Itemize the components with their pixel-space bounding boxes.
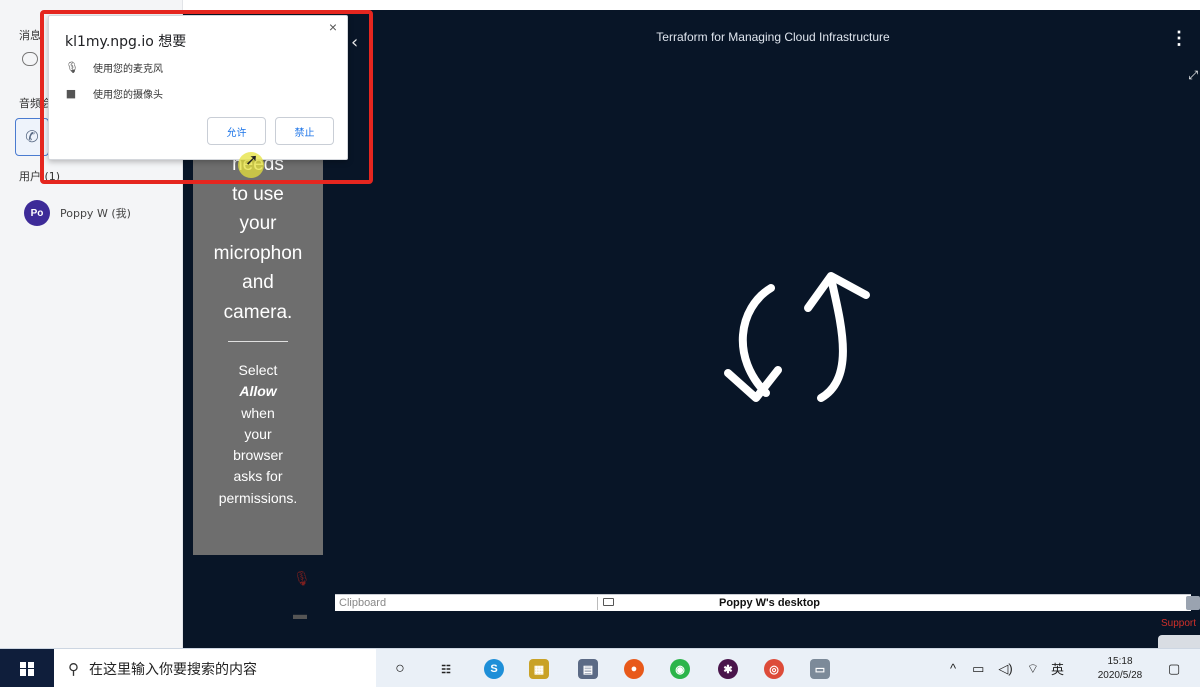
refresh-icon bbox=[724, 272, 870, 402]
allow-emphasis: Allow bbox=[239, 383, 277, 400]
clipboard-input[interactable]: Clipboard bbox=[339, 597, 386, 609]
app-icon[interactable]: ▦ bbox=[529, 659, 549, 679]
phone-icon: ✆ bbox=[25, 129, 39, 146]
keyboard-icon[interactable] bbox=[603, 598, 614, 606]
start-button[interactable] bbox=[0, 649, 54, 687]
firefox-icon[interactable]: ● bbox=[624, 659, 644, 679]
cortana-icon[interactable]: ○ bbox=[390, 659, 410, 679]
divider bbox=[228, 341, 288, 342]
fullscreen-icon[interactable]: ⤢ bbox=[1188, 68, 1198, 83]
taskbar-search[interactable]: ⚲ 在这里输入你要搜索的内容 bbox=[54, 649, 376, 687]
instruction-line: your bbox=[244, 425, 272, 442]
instruction-line: asks for bbox=[233, 468, 283, 485]
permission-line: camera. bbox=[223, 301, 293, 323]
camera-off-icon[interactable]: ▬ bbox=[293, 606, 307, 622]
bottom-toolbar: Clipboard Poppy W's desktop bbox=[335, 594, 1191, 611]
more-options-icon[interactable]: ⋮ bbox=[1170, 28, 1188, 49]
search-placeholder: 在这里输入你要搜索的内容 bbox=[89, 661, 257, 678]
permission-instructions: Select Allow when your browser asks for … bbox=[193, 360, 323, 509]
language-indicator[interactable]: 英 bbox=[1051, 659, 1064, 678]
side-tab-icon[interactable] bbox=[1186, 596, 1200, 610]
screenshot-app-icon[interactable]: ▭ bbox=[810, 659, 830, 679]
instruction-line: when bbox=[241, 404, 275, 421]
skype-icon[interactable]: S bbox=[484, 659, 504, 679]
stage-title: Terraform for Managing Cloud Infrastruct… bbox=[656, 30, 890, 44]
desktop-label: Poppy W's desktop bbox=[719, 597, 821, 609]
search-icon: ⚲ bbox=[68, 660, 79, 678]
network-icon[interactable]: ⌔ bbox=[1027, 661, 1039, 677]
task-view-icon[interactable]: ☷ bbox=[436, 659, 456, 679]
permission-panel: needs to use your microphon and camera. … bbox=[193, 140, 323, 555]
chat-icon[interactable] bbox=[22, 52, 38, 66]
instruction-line: permissions. bbox=[218, 489, 298, 506]
chevron-up-icon[interactable]: ^ bbox=[950, 661, 956, 676]
slack-icon[interactable]: ✱ bbox=[718, 659, 738, 679]
support-link[interactable]: Support bbox=[1161, 618, 1196, 629]
instruction-line: Select bbox=[238, 362, 278, 378]
battery-icon[interactable]: ▭ bbox=[972, 661, 984, 677]
app-window: 消息 音频会 ✆ 用户 (1) Po Poppy W (我) ‹ Terrafo… bbox=[0, 0, 1200, 687]
windows-logo-icon bbox=[20, 661, 34, 676]
user-list-item[interactable]: Po Poppy W (我) bbox=[24, 200, 131, 226]
notification-icon[interactable]: ▢ bbox=[1168, 649, 1180, 687]
clock-time: 15:18 bbox=[1107, 656, 1133, 667]
chrome-icon[interactable]: ◎ bbox=[764, 659, 784, 679]
corner-button[interactable] bbox=[1158, 635, 1200, 648]
permission-line: your bbox=[239, 213, 277, 234]
clock-date: 2020/5/28 bbox=[1097, 670, 1143, 681]
messages-heading: 消息 bbox=[19, 29, 41, 42]
instruction-line: browser bbox=[233, 447, 283, 464]
permission-line: and bbox=[242, 272, 274, 293]
system-clock[interactable]: 15:18 2020/5/28 bbox=[1095, 655, 1145, 683]
mic-off-icon[interactable]: 🎙 bbox=[293, 570, 311, 588]
avatar: Po bbox=[24, 200, 50, 226]
volume-icon[interactable]: ◁) bbox=[998, 661, 1012, 677]
annotation-highlight-frame bbox=[40, 10, 373, 184]
mouse-cursor-icon: ➚ bbox=[245, 152, 259, 169]
document-app-icon[interactable]: ▤ bbox=[578, 659, 598, 679]
permission-line: microphon bbox=[213, 242, 303, 264]
wechat-icon[interactable]: ◉ bbox=[670, 659, 690, 679]
taskbar: ⚲ 在这里输入你要搜索的内容 ○ ☷ S ▦ ▤ ● ◉ ✱ ◎ ▭ ^ ▭ ◁… bbox=[0, 648, 1200, 687]
user-name: Poppy W (我) bbox=[60, 207, 131, 220]
divider bbox=[597, 597, 598, 610]
system-tray: ^ ▭ ◁) ⌔ 英 bbox=[950, 649, 1064, 687]
